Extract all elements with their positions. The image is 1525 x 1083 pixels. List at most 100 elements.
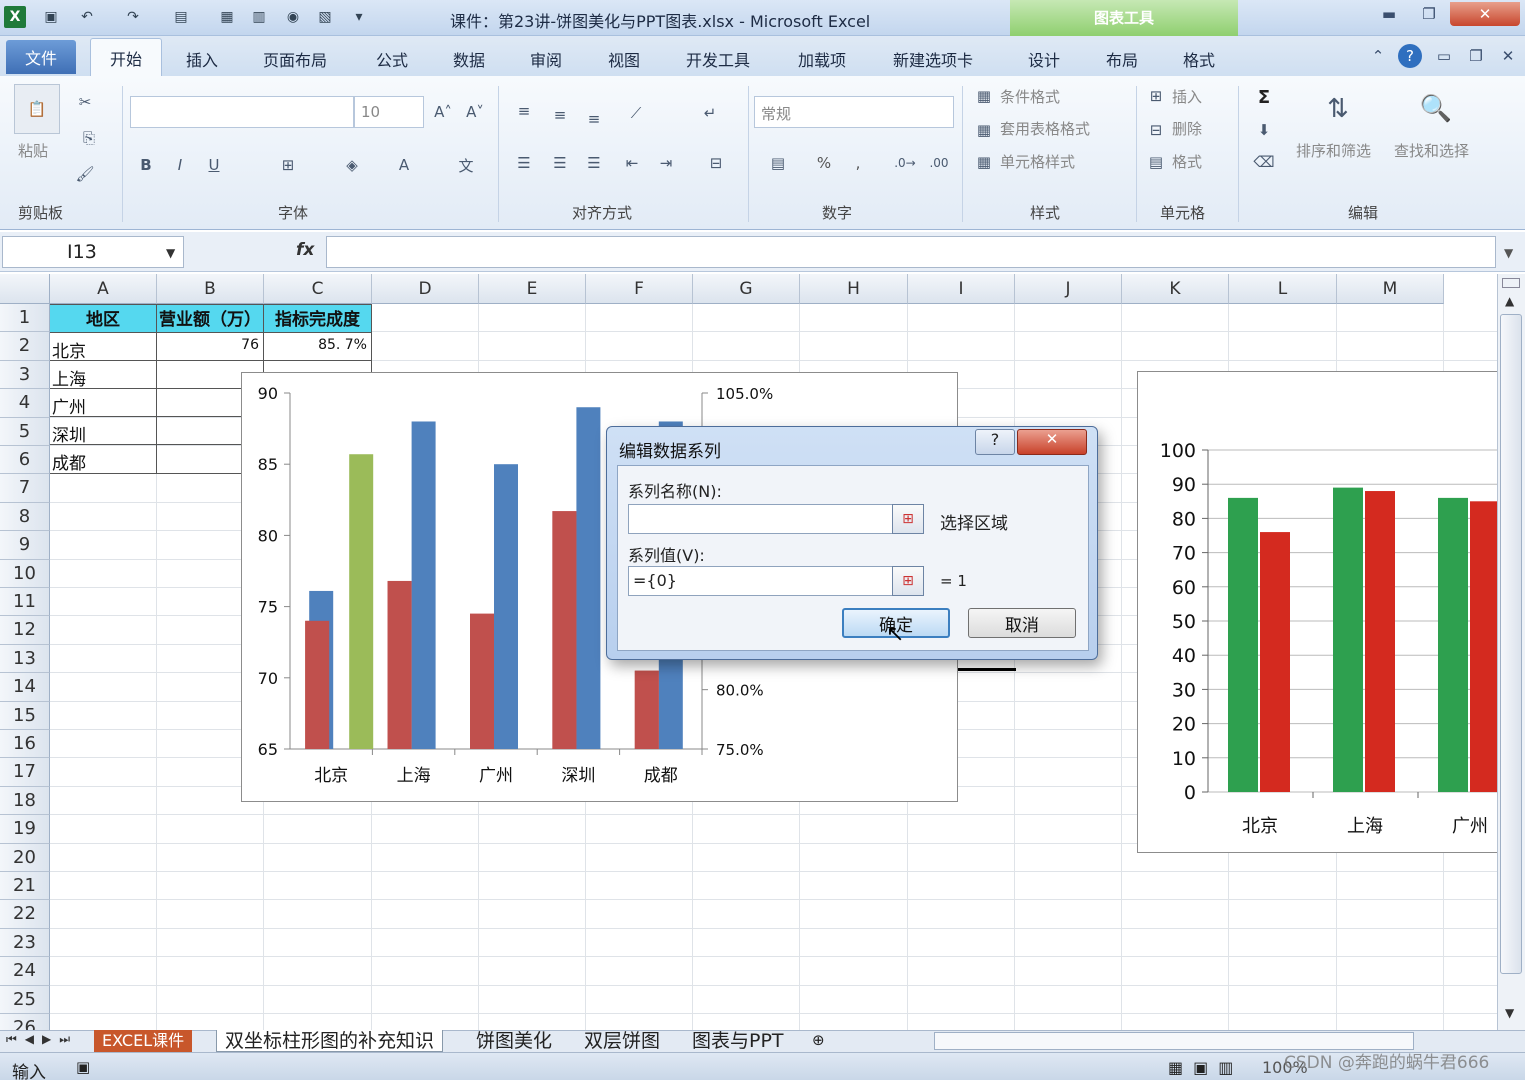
column-header-i[interactable]: I [908, 274, 1015, 304]
series-name-range-picker[interactable]: ⊞ [892, 504, 924, 534]
cell-a6[interactable]: 成都 [50, 445, 157, 474]
restore-icon[interactable]: ❐ [1410, 2, 1448, 26]
name-box[interactable]: I13 [2, 236, 184, 268]
align-middle-icon[interactable]: ≡ [546, 102, 574, 128]
column-header-k[interactable]: K [1122, 274, 1229, 304]
sort-filter-button[interactable]: 排序和筛选 [1296, 140, 1371, 161]
cell-c2[interactable]: 85. 7% [264, 333, 372, 361]
help-icon[interactable]: ? [1398, 44, 1422, 68]
doc-close-icon[interactable]: ✕ [1496, 44, 1520, 68]
wrap-text-icon[interactable]: ↵ [696, 100, 724, 126]
name-box-dropdown-icon[interactable]: ▼ [166, 246, 175, 260]
format-cells-icon[interactable]: ▤ [1144, 150, 1168, 174]
font-size-combo[interactable]: 10 [354, 96, 424, 128]
align-right-icon[interactable]: ☰ [580, 150, 608, 176]
sheet-tab-active[interactable]: 双坐标柱形图的补充知识 [216, 1030, 444, 1052]
copy-format-icon[interactable]: ▤ [170, 6, 192, 28]
row-header-14[interactable]: 14 [0, 673, 50, 702]
column-header-j[interactable]: J [1015, 274, 1122, 304]
row-header-13[interactable]: 13 [0, 644, 50, 674]
column-header-b[interactable]: B [157, 274, 264, 304]
tab-developer[interactable]: 开发工具 [678, 44, 758, 74]
tab-review[interactable]: 审阅 [522, 44, 570, 74]
tab-formulas[interactable]: 公式 [368, 44, 416, 74]
currency-icon[interactable]: ▤ [758, 150, 798, 176]
cell-styles-button[interactable]: 单元格样式 [1000, 151, 1075, 172]
table-format-button[interactable]: 套用表格格式 [1000, 118, 1090, 139]
find-select-button[interactable]: 查找和选择 [1394, 140, 1469, 161]
close-window-icon[interactable]: ✕ [1450, 2, 1520, 26]
save-icon[interactable]: ▣ [40, 6, 62, 28]
row-header-10[interactable]: 10 [0, 559, 50, 588]
preview-icon[interactable]: ▥ [248, 6, 270, 28]
print-icon[interactable]: ▦ [216, 6, 238, 28]
delete-cells-button[interactable]: 删除 [1172, 118, 1202, 139]
vertical-scrollbar[interactable]: ▲ ▼ [1497, 274, 1525, 1030]
scroll-down-icon[interactable]: ▼ [1505, 1006, 1514, 1020]
dialog-close-button[interactable]: ✕ [1017, 429, 1087, 455]
row-header-21[interactable]: 21 [0, 872, 50, 901]
row-header-20[interactable]: 20 [0, 843, 50, 872]
conditional-format-button[interactable]: 条件格式 [1000, 86, 1060, 107]
format-painter-icon[interactable]: 🖌 [72, 162, 98, 186]
collapse-ribbon-icon[interactable]: ⌃ [1366, 44, 1390, 68]
align-top-icon[interactable]: ≡ [510, 98, 538, 124]
row-header-4[interactable]: 4 [0, 389, 50, 418]
row-header-15[interactable]: 15 [0, 701, 50, 730]
align-bottom-icon[interactable]: ≡ [580, 106, 608, 132]
row-header-22[interactable]: 22 [0, 900, 50, 929]
series-values-range-picker[interactable]: ⊞ [892, 566, 924, 596]
cell-a5[interactable]: 深圳 [50, 417, 157, 445]
series-name-input[interactable] [628, 504, 894, 534]
customize-qat-icon[interactable]: ▾ [348, 6, 370, 28]
cell-styles-icon[interactable]: ▦ [972, 150, 996, 174]
copy-icon[interactable]: ⎘ [72, 126, 106, 150]
find-select-icon[interactable]: 🔍 [1410, 84, 1462, 134]
format-cells-button[interactable]: 格式 [1172, 151, 1202, 172]
row-header-5[interactable]: 5 [0, 417, 50, 446]
increase-indent-icon[interactable]: ⇥ [652, 150, 680, 176]
scroll-up-icon[interactable]: ▲ [1505, 294, 1514, 308]
form-icon[interactable]: ▧ [314, 6, 336, 28]
split-box[interactable] [1502, 278, 1520, 288]
fill-icon[interactable]: ⬇ [1248, 118, 1280, 142]
insert-cells-button[interactable]: 插入 [1172, 86, 1202, 107]
row-header-8[interactable]: 8 [0, 502, 50, 532]
number-format-combo[interactable]: 常规 [754, 96, 954, 128]
row-header-16[interactable]: 16 [0, 730, 50, 759]
cell-b2[interactable]: 76 [157, 333, 264, 361]
fill-color-icon[interactable]: ◈ [332, 152, 372, 178]
align-left-icon[interactable]: ☰ [510, 150, 538, 176]
scroll-thumb[interactable] [1500, 314, 1522, 974]
tab-insert[interactable]: 插入 [178, 44, 226, 74]
font-name-combo[interactable] [130, 96, 354, 128]
orientation-icon[interactable]: ⟋ [616, 100, 656, 126]
tab-layout[interactable]: 布局 [1098, 44, 1146, 74]
tab-data[interactable]: 数据 [445, 44, 493, 74]
tab-page-layout[interactable]: 页面布局 [255, 44, 335, 74]
tab-design[interactable]: 设计 [1020, 44, 1068, 74]
row-header-25[interactable]: 25 [0, 985, 50, 1014]
conditional-format-icon[interactable]: ▦ [972, 84, 996, 108]
column-header-l[interactable]: L [1229, 274, 1337, 304]
column-header-h[interactable]: H [800, 274, 908, 304]
row-header-23[interactable]: 23 [0, 928, 50, 958]
spell-icon[interactable]: ◉ [282, 6, 304, 28]
phonetic-icon[interactable]: 文 [444, 152, 488, 178]
sheet-tab-pie[interactable]: 饼图美化 [468, 1030, 560, 1052]
tab-new[interactable]: 新建选项卡 [885, 44, 981, 74]
bold-icon[interactable]: B [134, 152, 158, 178]
column-header-f[interactable]: F [586, 274, 693, 304]
tab-view[interactable]: 视图 [600, 44, 648, 74]
row-header-1[interactable]: 1 [0, 304, 50, 333]
cell-a2[interactable]: 北京 [50, 333, 157, 361]
row-header-3[interactable]: 3 [0, 360, 50, 390]
dialog-help-button[interactable]: ? [975, 429, 1015, 455]
clear-icon[interactable]: ⌫ [1248, 150, 1280, 174]
series-values-input[interactable]: ={0} [628, 566, 894, 596]
delete-cells-icon[interactable]: ⊟ [1144, 118, 1168, 142]
align-center-icon[interactable]: ☰ [546, 150, 574, 176]
tab-format[interactable]: 格式 [1175, 44, 1223, 74]
insert-cells-icon[interactable]: ⊞ [1144, 84, 1168, 108]
column-header-e[interactable]: E [479, 274, 586, 304]
